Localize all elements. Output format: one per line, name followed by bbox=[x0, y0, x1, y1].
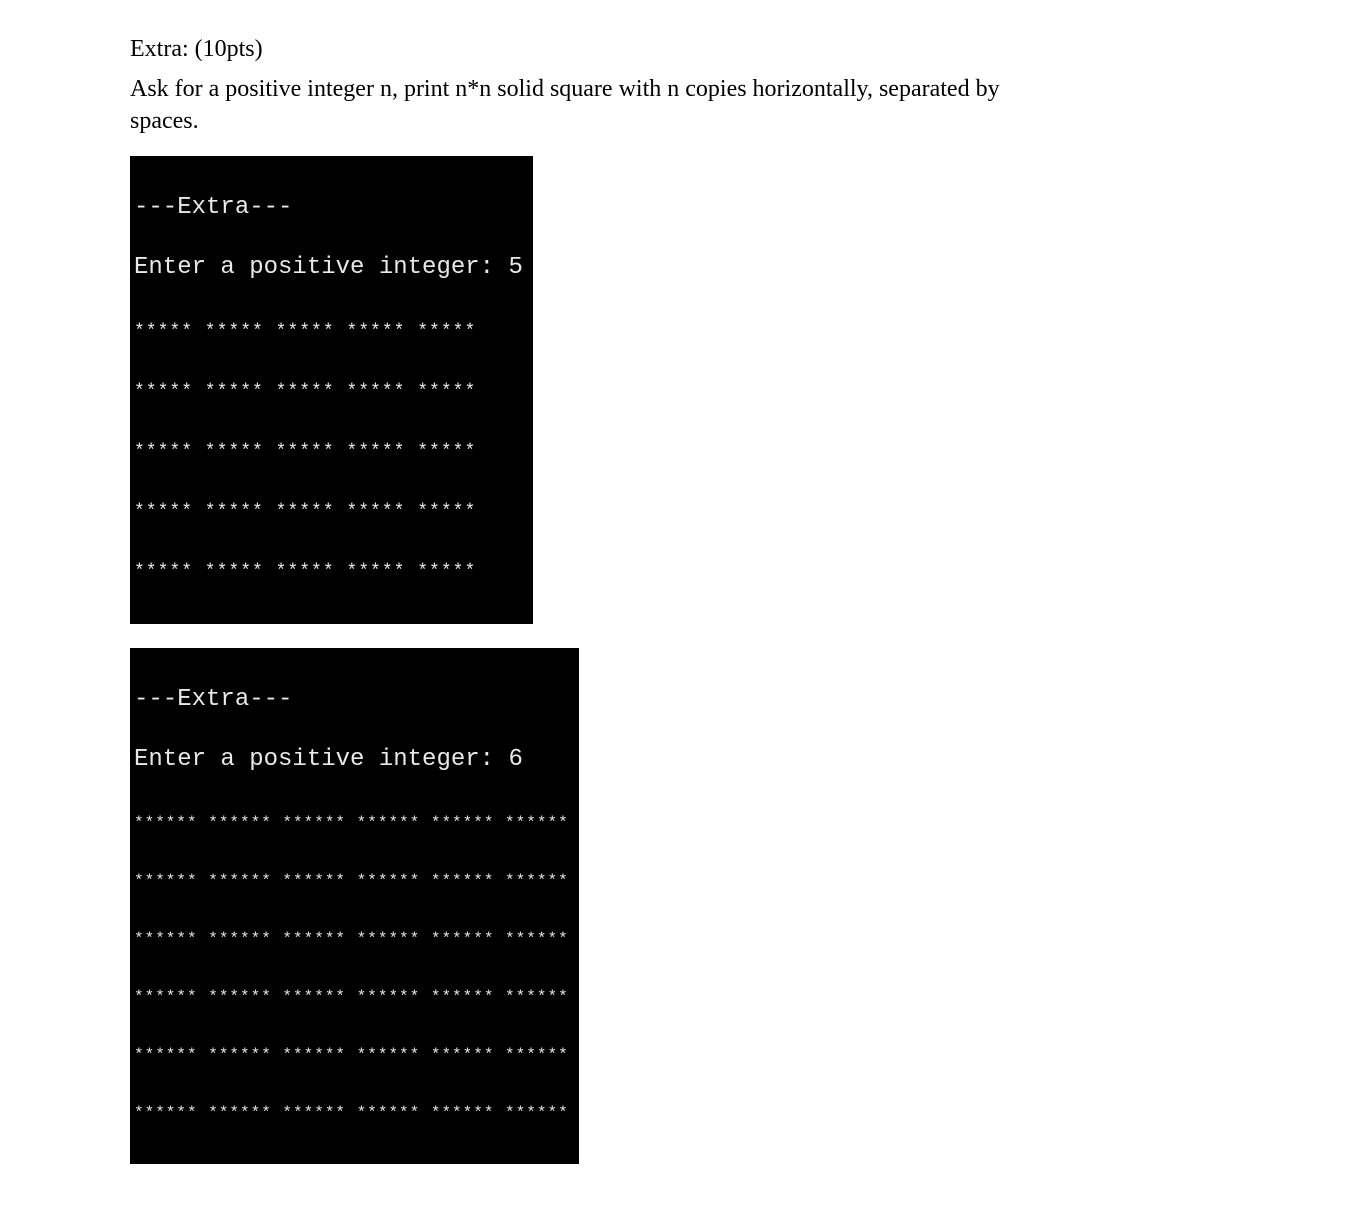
terminal-row: ****** ****** ****** ****** ****** *****… bbox=[134, 1100, 569, 1126]
terminal-row: ***** ***** ***** ***** ***** bbox=[134, 318, 523, 346]
terminal-row: ***** ***** ***** ***** ***** bbox=[134, 378, 523, 406]
problem-description: Ask for a positive integer n, print n*n … bbox=[130, 73, 1010, 138]
terminal-output-6: ---Extra--- Enter a positive integer: 6 … bbox=[130, 648, 579, 1164]
terminal-prompt: Enter a positive integer: 5 bbox=[134, 254, 523, 286]
terminal-row: ***** ***** ***** ***** ***** bbox=[134, 498, 523, 526]
terminal-row: ****** ****** ****** ****** ****** *****… bbox=[134, 868, 569, 894]
terminal-row: ***** ***** ***** ***** ***** bbox=[134, 558, 523, 586]
terminal-header: ---Extra--- bbox=[134, 194, 523, 222]
section-heading: Extra: (10pts) bbox=[130, 36, 1232, 63]
terminal-output-5: ---Extra--- Enter a positive integer: 5 … bbox=[130, 156, 533, 624]
terminal-row: ****** ****** ****** ****** ****** *****… bbox=[134, 1042, 569, 1068]
terminal-header: ---Extra--- bbox=[134, 686, 569, 714]
terminal-row: ****** ****** ****** ****** ****** *****… bbox=[134, 984, 569, 1010]
terminal-row: ****** ****** ****** ****** ****** *****… bbox=[134, 926, 569, 952]
terminal-row: ****** ****** ****** ****** ****** *****… bbox=[134, 810, 569, 836]
terminal-prompt: Enter a positive integer: 6 bbox=[134, 746, 569, 778]
page-content: Extra: (10pts) Ask for a positive intege… bbox=[0, 0, 1362, 1218]
terminal-row: ***** ***** ***** ***** ***** bbox=[134, 438, 523, 466]
